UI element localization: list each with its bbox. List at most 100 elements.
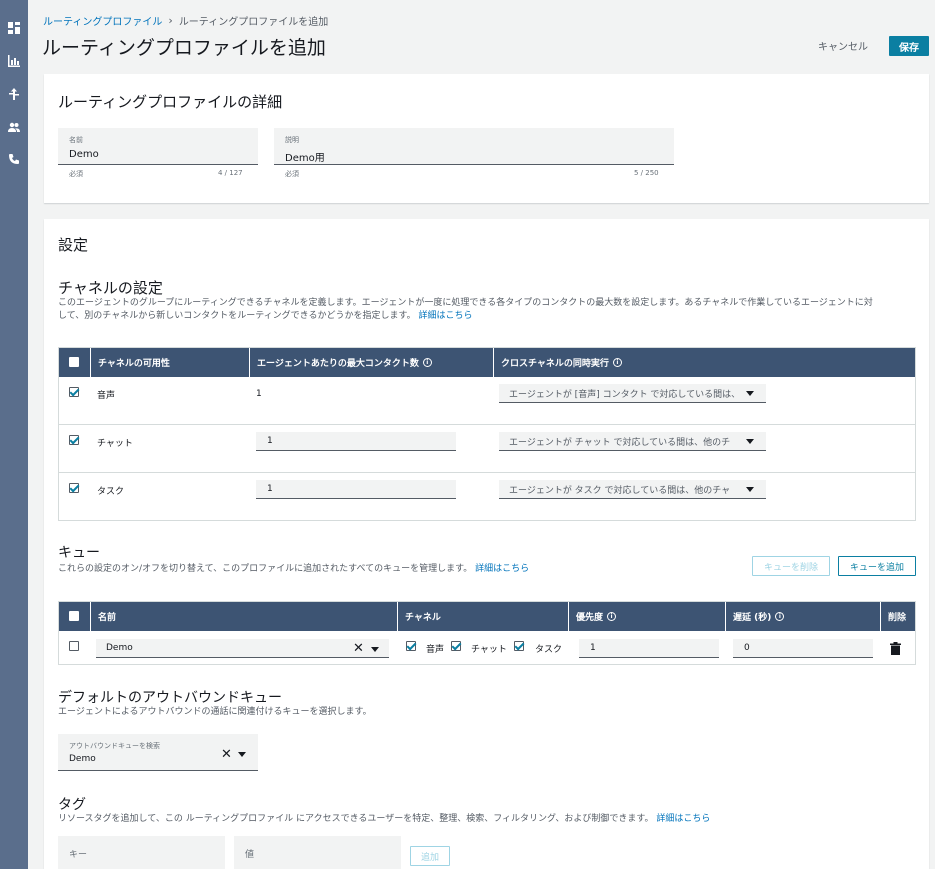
tag-key-placeholder: キー	[69, 849, 88, 860]
phone-icon[interactable]	[6, 152, 22, 166]
name-required-hint: 必須	[69, 170, 83, 178]
task-cross-channel-value: エージェントが タスク で対応している間は、他のチャ	[509, 485, 731, 496]
chat-cross-channel-value: エージェントが チャット で対応している間は、他のチ	[509, 437, 731, 448]
queue-priority-value: 1	[590, 643, 596, 653]
queue-delay-input[interactable]: 0	[733, 639, 873, 658]
tag-value-placeholder: 値	[245, 849, 255, 860]
chevron-down-icon[interactable]	[371, 647, 379, 652]
voice-cross-channel-select[interactable]: エージェントが [音声] コンタクト で対応している間は、	[499, 384, 766, 403]
queue-voice-checkbox[interactable]	[406, 641, 416, 651]
queues-description: これらの設定のオン/オフを切り替えて、このプロファイルに追加されたすべてのキュー…	[58, 563, 529, 576]
voice-channel-checkbox[interactable]	[69, 387, 79, 397]
queues-select-all-cell	[59, 602, 90, 631]
column-delete: 削除	[880, 602, 915, 631]
description-char-count: 5 / 250	[634, 169, 659, 177]
column-max-contacts: エージェントあたりの最大コンタクト数 i	[249, 348, 493, 377]
queue-priority-input[interactable]: 1	[579, 639, 719, 658]
breadcrumb-separator-icon: ›	[168, 14, 173, 27]
trash-icon[interactable]	[890, 642, 901, 655]
column-priority-label: 優先度	[576, 613, 604, 623]
info-icon[interactable]: i	[612, 358, 622, 367]
column-max-contacts-label: エージェントあたりの最大コンタクト数	[257, 359, 419, 369]
chat-max-contacts-input[interactable]: 1	[256, 432, 456, 451]
chat-cross-channel-select[interactable]: エージェントが チャット で対応している間は、他のチ	[499, 432, 766, 451]
queue-channel-chat-label: チャット	[471, 645, 507, 655]
chat-channel-checkbox[interactable]	[69, 435, 79, 445]
channels-learn-more-link[interactable]: 詳細はこちら	[418, 311, 472, 321]
clear-icon[interactable]: ✕	[221, 748, 232, 761]
channels-description-line2: して、別のチャネルから新しいコンタクトをルーティングできるかどうかを指定します。	[58, 311, 416, 321]
queue-channel-voice-label: 音声	[426, 645, 445, 655]
cancel-button[interactable]: キャンセル	[818, 38, 868, 53]
queues-heading: キュー	[58, 545, 100, 561]
description-field[interactable]: 説明 Demo用	[274, 128, 674, 165]
save-button[interactable]: 保存	[889, 36, 929, 56]
description-field-label: 説明	[285, 136, 299, 144]
remove-queue-button[interactable]: キューを削除	[752, 556, 830, 576]
chat-max-contacts-value: 1	[267, 436, 273, 446]
tag-value-input[interactable]: 値	[234, 836, 401, 869]
channels-description-line1: このエージェントのグループにルーティングできるチャネルを定義します。エージェント…	[58, 298, 873, 308]
info-icon[interactable]: i	[607, 612, 617, 621]
queue-chat-checkbox[interactable]	[451, 641, 461, 651]
channel-name-voice: 音声	[97, 391, 116, 401]
task-max-contacts-value: 1	[267, 484, 273, 494]
column-channel-availability-label: チャネルの可用性	[98, 359, 170, 369]
queues-table: 名前 チャネル 優先度 i 遅延 (秒) i 削除 Demo ✕ 音声 チャット タ…	[58, 601, 916, 665]
queues-table-header: 名前 チャネル 優先度 i 遅延 (秒) i 削除	[59, 602, 915, 631]
queues-select-all-checkbox[interactable]	[69, 611, 79, 621]
column-cross-channel: クロスチャネルの同時実行 i	[493, 348, 915, 377]
queue-channel-task-label: タスク	[535, 645, 563, 655]
tags-learn-more-link[interactable]: 詳細はこちら	[656, 814, 710, 824]
breadcrumb-link-routing-profiles[interactable]: ルーティングプロファイル	[43, 13, 162, 28]
queue-row-checkbox[interactable]	[69, 641, 79, 651]
channels-select-all-checkbox[interactable]	[69, 357, 79, 367]
description-required-hint: 必須	[285, 170, 299, 178]
tags-description: リソースタグを追加して、この ルーティングプロファイル にアクセスできるユーザー…	[58, 813, 710, 826]
column-queue-name-label: 名前	[98, 613, 117, 623]
routing-icon[interactable]	[6, 87, 22, 101]
description-field-value: Demo用	[285, 153, 325, 164]
settings-heading: 設定	[58, 236, 89, 254]
column-delay-label: 遅延 (秒)	[733, 613, 772, 623]
column-queue-channel: チャネル	[397, 602, 568, 631]
voice-cross-channel-value: エージェントが [音声] コンタクト で対応している間は、	[509, 389, 741, 400]
page-title: ルーティングプロファイルを追加	[42, 37, 326, 59]
channel-name-task: タスク	[97, 487, 125, 497]
channels-select-all-cell	[59, 348, 90, 377]
chevron-down-icon[interactable]	[746, 439, 754, 444]
tags-description-text: リソースタグを追加して、この ルーティングプロファイル にアクセスできるユーザー…	[58, 814, 654, 824]
tags-heading: タグ	[58, 797, 86, 813]
name-field-label: 名前	[69, 136, 83, 144]
dashboard-icon[interactable]	[6, 21, 22, 35]
details-heading: ルーティングプロファイルの詳細	[58, 93, 283, 111]
add-tag-button[interactable]: 追加	[410, 846, 450, 866]
info-icon[interactable]: i	[422, 358, 432, 367]
channels-heading: チャネルの設定	[58, 279, 163, 297]
users-icon[interactable]	[6, 120, 22, 134]
voice-max-contacts: 1	[256, 389, 262, 399]
column-channel-availability: チャネルの可用性	[90, 348, 249, 377]
column-delay: 遅延 (秒) i	[725, 602, 880, 631]
add-queue-button[interactable]: キューを追加	[838, 556, 916, 576]
channels-table-header: チャネルの可用性 エージェントあたりの最大コンタクト数 i クロスチャネルの同時実…	[59, 348, 915, 377]
outbound-queue-description: エージェントによるアウトバウンドの通話に関連付けるキューを選択します。	[58, 707, 372, 717]
outbound-queue-heading: デフォルトのアウトバウンドキュー	[58, 690, 282, 706]
channels-table: チャネルの可用性 エージェントあたりの最大コンタクト数 i クロスチャネルの同時実…	[58, 347, 916, 521]
queue-task-checkbox[interactable]	[514, 641, 524, 651]
info-icon[interactable]: i	[775, 612, 785, 621]
name-field[interactable]: 名前 Demo	[58, 128, 258, 165]
column-queue-channel-label: チャネル	[405, 613, 441, 623]
chevron-down-icon[interactable]	[746, 487, 754, 492]
queue-name-select[interactable]: Demo	[96, 639, 389, 658]
task-max-contacts-input[interactable]: 1	[256, 480, 456, 499]
metrics-chart-icon[interactable]	[6, 54, 22, 68]
queues-learn-more-link[interactable]: 詳細はこちら	[475, 564, 529, 574]
tag-key-input[interactable]: キー	[58, 836, 225, 869]
breadcrumb: ルーティングプロファイル › ルーティングプロファイルを追加	[43, 13, 328, 28]
clear-icon[interactable]: ✕	[353, 642, 364, 655]
chevron-down-icon[interactable]	[746, 391, 754, 396]
task-channel-checkbox[interactable]	[69, 483, 79, 493]
task-cross-channel-select[interactable]: エージェントが タスク で対応している間は、他のチャ	[499, 480, 766, 499]
chevron-down-icon[interactable]	[238, 752, 246, 757]
